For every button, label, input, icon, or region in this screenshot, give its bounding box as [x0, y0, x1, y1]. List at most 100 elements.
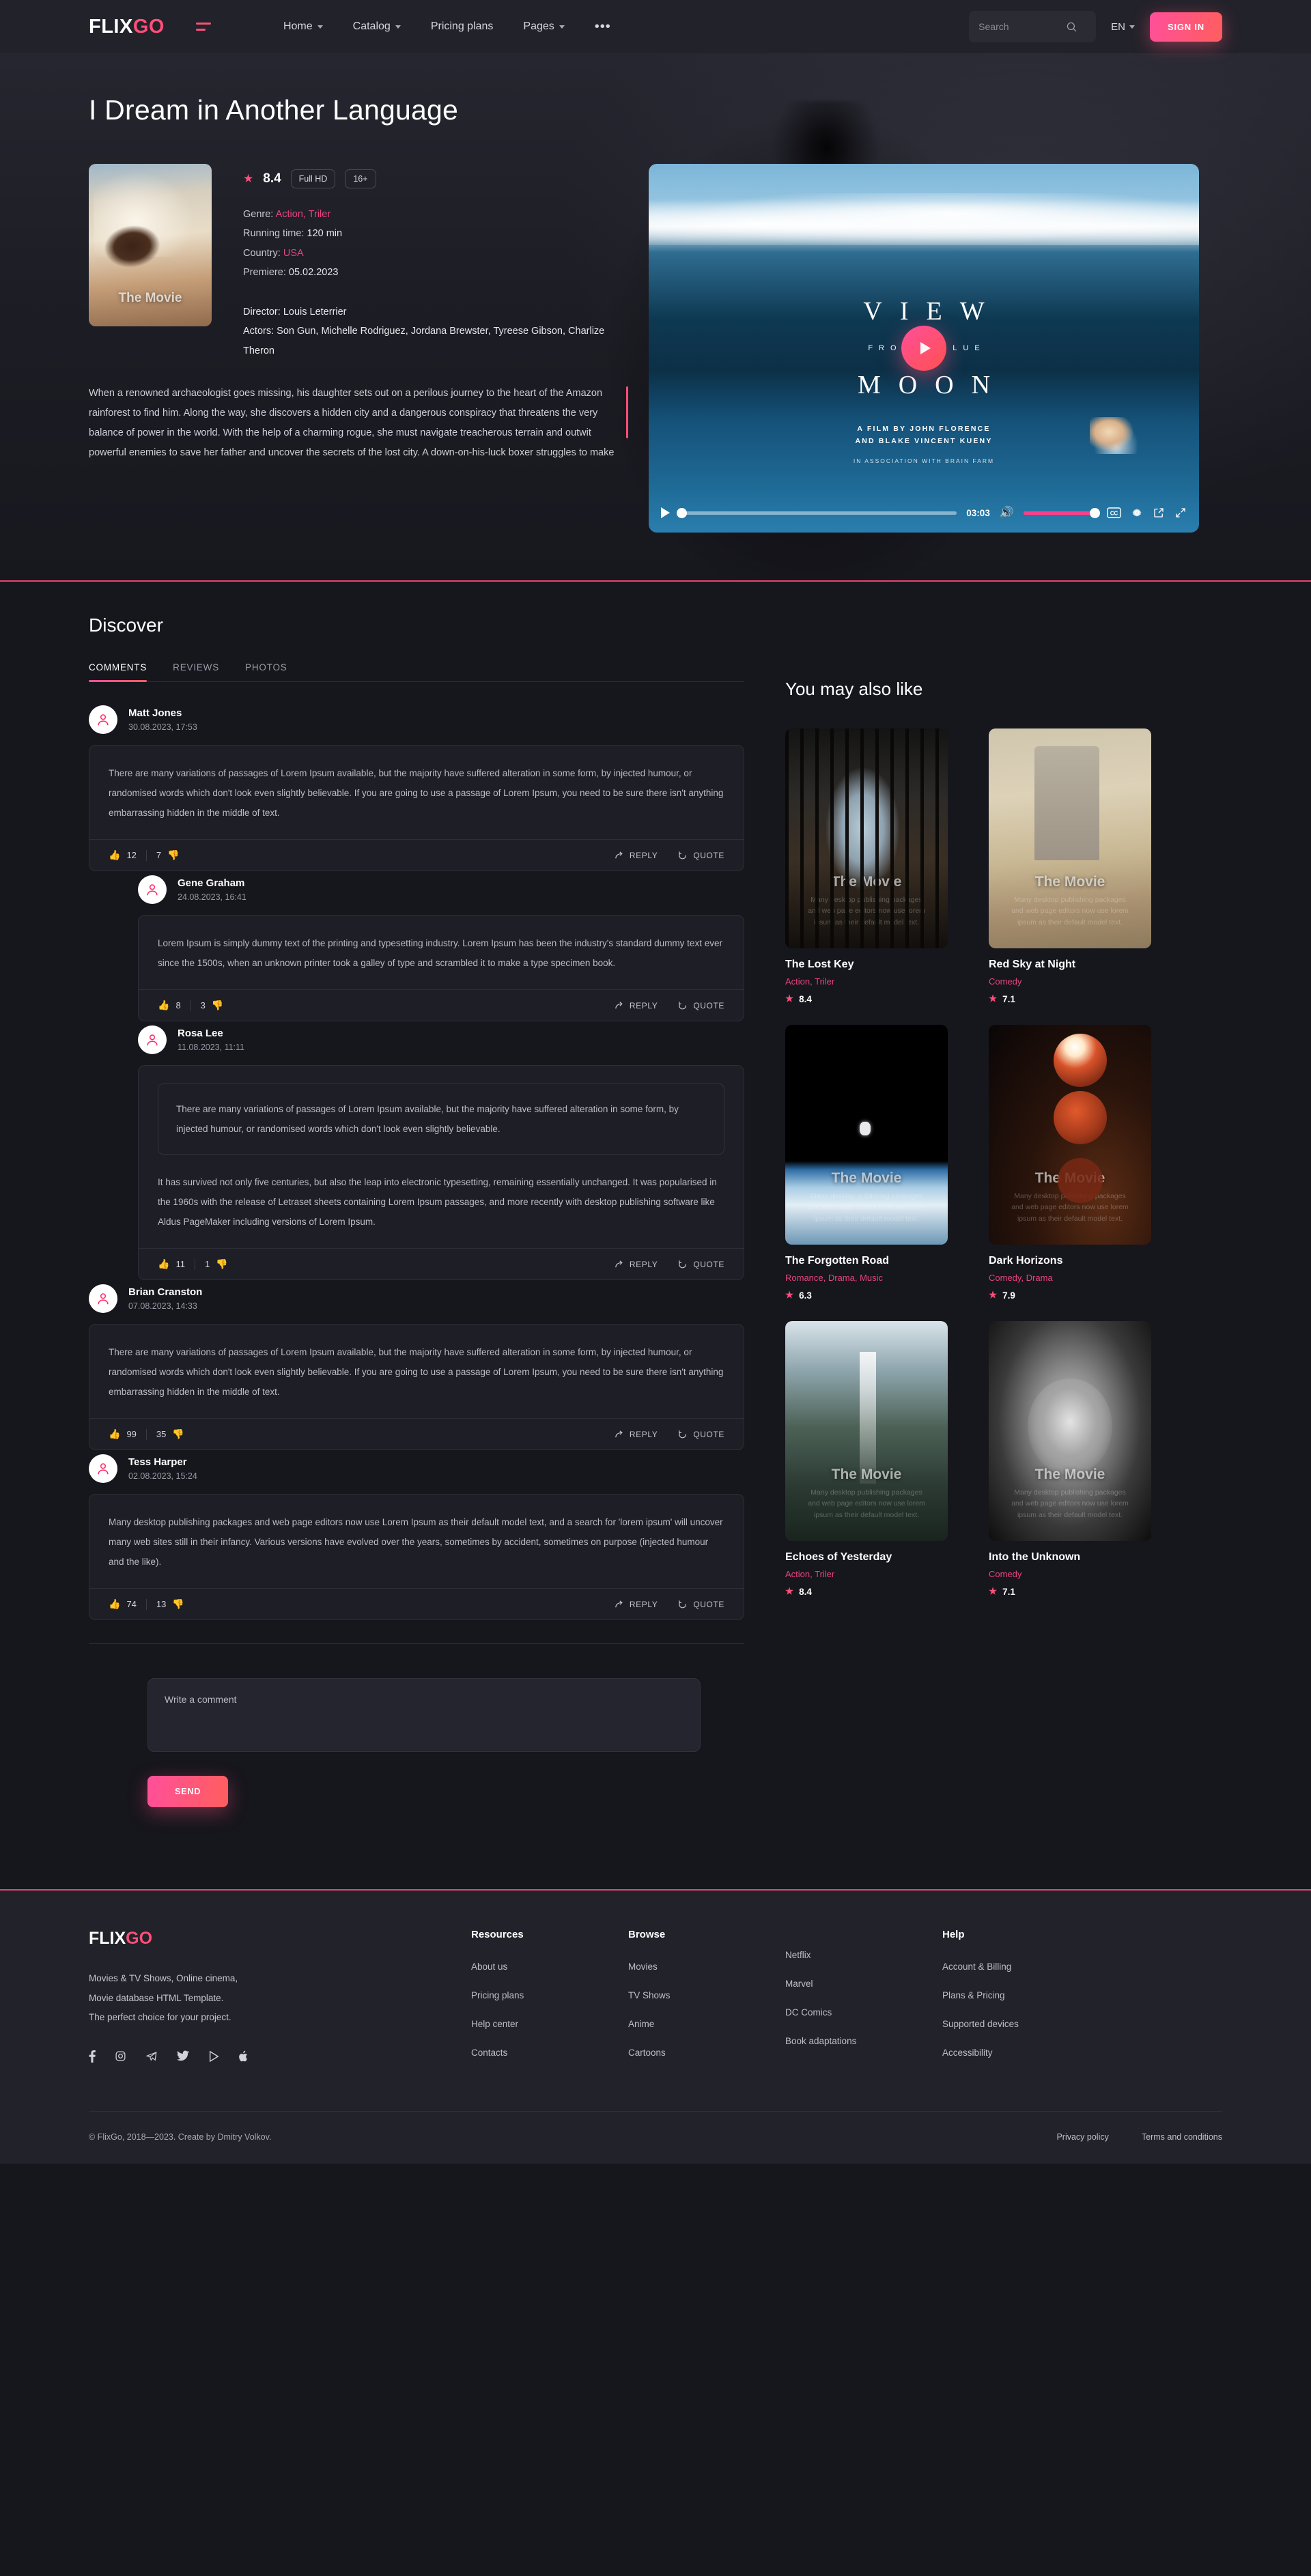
movie-card-title[interactable]: Into the Unknown [989, 1551, 1168, 1563]
footer-link-about-us[interactable]: About us [471, 1962, 507, 1972]
movie-poster[interactable]: The Movie [89, 164, 212, 326]
language-selector[interactable]: EN [1111, 21, 1135, 33]
movie-card-title[interactable]: The Forgotten Road [785, 1255, 964, 1267]
footer-link-cartoons[interactable]: Cartoons [628, 2048, 666, 2058]
video-progress-slider[interactable] [677, 507, 957, 518]
reply-button[interactable]: REPLY [615, 851, 658, 860]
video-play-button[interactable] [901, 326, 946, 371]
search-icon[interactable] [1066, 21, 1077, 33]
downvote-button[interactable]: 35 👎 [156, 1428, 184, 1440]
downvote-button[interactable]: 13 👎 [156, 1598, 184, 1610]
meta-value[interactable]: Action, Triler [276, 209, 331, 220]
footer-link-contacts[interactable]: Contacts [471, 2048, 507, 2058]
tab-reviews[interactable]: REVIEWS [173, 662, 219, 681]
instagram-icon[interactable] [115, 2050, 126, 2063]
nav-item-pages[interactable]: Pages [523, 20, 565, 33]
movie-card[interactable]: The Movie Many desktop publishing package… [989, 728, 1168, 1004]
twitter-icon[interactable] [177, 2050, 189, 2063]
footer-link-accessibility[interactable]: Accessibility [942, 2048, 993, 2058]
movie-card-thumbnail[interactable]: The Movie Many desktop publishing package… [989, 1025, 1151, 1245]
movie-card-thumbnail[interactable]: The Movie Many desktop publishing package… [989, 728, 1151, 948]
movie-card-genre[interactable]: Action, Triler [785, 976, 964, 987]
share-icon[interactable] [1153, 507, 1165, 519]
settings-gear-icon[interactable] [1131, 507, 1143, 519]
movie-card-title[interactable]: Dark Horizons [989, 1255, 1168, 1267]
apple-icon[interactable] [238, 2050, 249, 2063]
footer-link-plans-pricing[interactable]: Plans & Pricing [942, 1990, 1005, 2000]
movie-card-thumbnail[interactable]: The Movie Many desktop publishing package… [785, 1321, 948, 1541]
movie-card[interactable]: The Movie Many desktop publishing package… [989, 1025, 1168, 1301]
footer-link-movies[interactable]: Movies [628, 1962, 658, 1972]
reply-button[interactable]: REPLY [615, 1260, 658, 1269]
footer-link-supported-devices[interactable]: Supported devices [942, 2019, 1019, 2029]
footer-link-account-billing[interactable]: Account & Billing [942, 1962, 1011, 1972]
quote-button[interactable]: QUOTE [678, 1001, 724, 1010]
privacy-policy-link[interactable]: Privacy policy [1056, 2132, 1108, 2142]
meta-value[interactable]: Son Gun, Michelle Rodriguez, Jordana Bre… [243, 326, 604, 356]
upvote-button[interactable]: 👍 12 [109, 849, 137, 861]
reply-button[interactable]: REPLY [615, 1600, 658, 1609]
volume-knob[interactable] [1090, 507, 1100, 518]
reply-button[interactable]: REPLY [615, 1001, 658, 1010]
movie-card[interactable]: The Movie Many desktop publishing package… [989, 1321, 1168, 1597]
footer-link-help-center[interactable]: Help center [471, 2019, 518, 2029]
movie-card-genre[interactable]: Comedy [989, 1569, 1168, 1579]
volume-slider[interactable] [1024, 507, 1100, 518]
movie-card-title[interactable]: Echoes of Yesterday [785, 1551, 964, 1563]
footer-logo[interactable]: FLIXGO [89, 1929, 471, 1949]
quote-button[interactable]: QUOTE [678, 1260, 724, 1269]
progress-knob[interactable] [677, 507, 687, 518]
footer-link-netflix[interactable]: Netflix [785, 1950, 811, 1960]
search-input[interactable] [978, 21, 1061, 32]
menu-burger-icon[interactable] [195, 23, 211, 31]
vimeo-icon[interactable] [208, 2050, 219, 2063]
movie-card[interactable]: The Movie Many desktop publishing package… [785, 728, 964, 1004]
upvote-button[interactable]: 👍 74 [109, 1598, 137, 1610]
upvote-button[interactable]: 👍 8 [158, 1000, 181, 1011]
footer-link-pricing-plans[interactable]: Pricing plans [471, 1990, 524, 2000]
closed-captions-icon[interactable]: CC [1107, 507, 1121, 518]
tab-photos[interactable]: PHOTOS [245, 662, 287, 681]
quote-button[interactable]: QUOTE [678, 1600, 724, 1609]
send-comment-button[interactable]: SEND [147, 1776, 229, 1808]
downvote-button[interactable]: 3 👎 [201, 1000, 224, 1011]
nav-item-pricing-plans[interactable]: Pricing plans [431, 20, 494, 33]
facebook-icon[interactable] [89, 2050, 96, 2063]
quote-button[interactable]: QUOTE [678, 851, 724, 860]
terms-link[interactable]: Terms and conditions [1142, 2132, 1222, 2142]
meta-value[interactable]: USA [283, 248, 304, 259]
movie-card[interactable]: The Movie Many desktop publishing package… [785, 1025, 964, 1301]
movie-card-thumbnail[interactable]: The Movie Many desktop publishing package… [785, 728, 948, 948]
movie-card-thumbnail[interactable]: The Movie Many desktop publishing package… [989, 1321, 1151, 1541]
downvote-button[interactable]: 1 👎 [205, 1258, 228, 1270]
tab-comments[interactable]: COMMENTS [89, 662, 147, 682]
nav-more-icon[interactable]: ••• [595, 20, 611, 33]
movie-card-title[interactable]: Red Sky at Night [989, 959, 1168, 971]
comment-input[interactable] [147, 1678, 701, 1753]
footer-link-tv-shows[interactable]: TV Shows [628, 1990, 671, 2000]
telegram-icon[interactable] [145, 2050, 158, 2063]
upvote-button[interactable]: 👍 99 [109, 1428, 137, 1440]
quote-button[interactable]: QUOTE [678, 1430, 724, 1439]
sign-in-button[interactable]: SIGN IN [1150, 12, 1222, 42]
movie-card-title[interactable]: The Lost Key [785, 959, 964, 971]
footer-link-book-adaptations[interactable]: Book adaptations [785, 2036, 856, 2046]
nav-item-catalog[interactable]: Catalog [353, 20, 401, 33]
search-box[interactable] [969, 11, 1097, 42]
nav-item-home[interactable]: Home [283, 20, 323, 33]
movie-card[interactable]: The Movie Many desktop publishing package… [785, 1321, 964, 1597]
footer-link-anime[interactable]: Anime [628, 2019, 654, 2029]
movie-card-genre[interactable]: Comedy, Drama [989, 1273, 1168, 1283]
upvote-button[interactable]: 👍 11 [158, 1258, 185, 1270]
movie-card-genre[interactable]: Comedy [989, 976, 1168, 987]
reply-button[interactable]: REPLY [615, 1430, 658, 1439]
video-player[interactable]: VIEW FROM A BLUE MOON A FILM BY JOHN FLO… [649, 164, 1199, 533]
volume-icon[interactable]: 🔊 [1000, 506, 1014, 520]
footer-link-dc-comics[interactable]: DC Comics [785, 2007, 832, 2018]
movie-card-genre[interactable]: Action, Triler [785, 1569, 964, 1579]
play-pause-icon[interactable] [661, 507, 670, 518]
movie-card-thumbnail[interactable]: The Movie Many desktop publishing package… [785, 1025, 948, 1245]
movie-card-genre[interactable]: Romance, Drama, Music [785, 1273, 964, 1283]
footer-link-marvel[interactable]: Marvel [785, 1979, 813, 1989]
site-logo[interactable]: FLIX GO [89, 16, 165, 38]
